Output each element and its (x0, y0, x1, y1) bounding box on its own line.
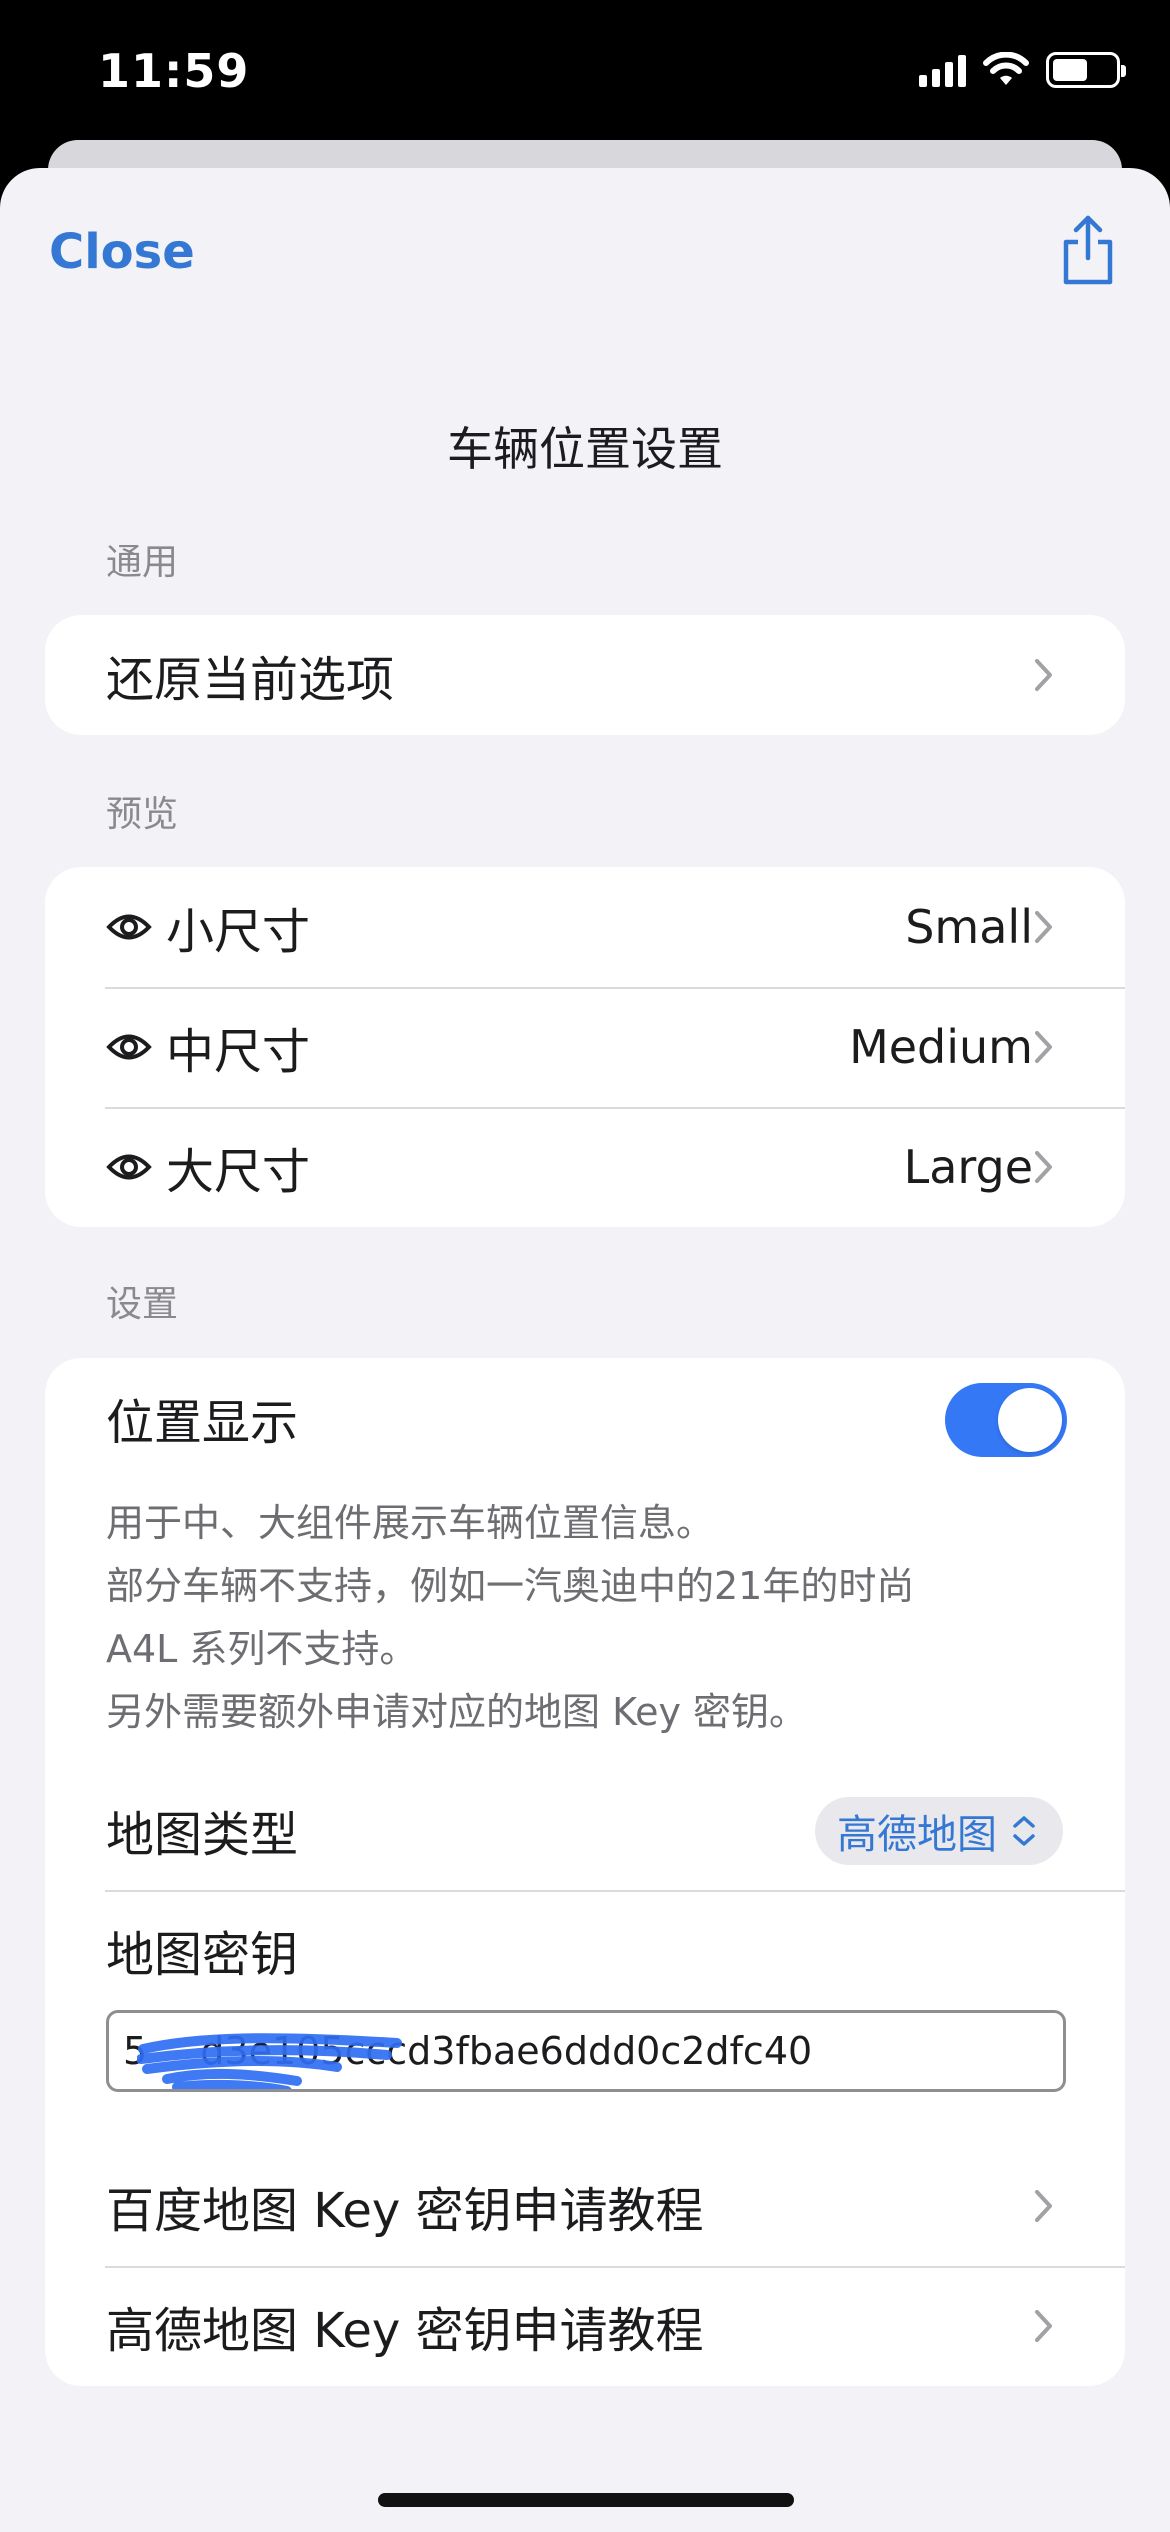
battery-icon (1046, 52, 1126, 88)
amap-tutorial-label: 高德地图 Key 密钥申请教程 (106, 2303, 704, 2359)
map-key-label: 地图密钥 (106, 1927, 299, 1983)
location-display-label: 位置显示 (106, 1395, 299, 1451)
preview-small-row[interactable]: 小尺寸 Small (45, 867, 1125, 987)
chevron-right-icon (1035, 2190, 1052, 2222)
description-line: A4L 系列不支持。 (106, 1627, 418, 1671)
preview-small-label: 小尺寸 (166, 904, 311, 960)
amap-tutorial-row[interactable]: 高德地图 Key 密钥申请教程 (45, 2266, 1125, 2386)
preview-large-label: 大尺寸 (166, 1144, 311, 1200)
location-display-row: 位置显示 (45, 1358, 1125, 1478)
baidu-tutorial-row[interactable]: 百度地图 Key 密钥申请教程 (45, 2146, 1125, 2266)
chevron-right-icon (1035, 1031, 1052, 1063)
description-line: 用于中、大组件展示车辆位置信息。 (106, 1501, 715, 1545)
preview-small-value: Small (905, 900, 1033, 954)
close-button[interactable]: Close (49, 224, 195, 280)
chevron-right-icon (1035, 659, 1052, 691)
map-key-input[interactable]: 5 d3e105cccd3fbae6ddd0c2dfc40 (106, 2010, 1066, 2092)
map-type-picker[interactable]: 高德地图 (815, 1797, 1063, 1865)
wifi-icon (983, 52, 1029, 85)
section-header-preview: 预览 (106, 794, 179, 835)
preview-large-value: Large (903, 1140, 1033, 1194)
preview-medium-row[interactable]: 中尺寸 Medium (45, 987, 1125, 1107)
eye-icon (106, 1154, 152, 1180)
eye-icon (106, 914, 152, 940)
share-icon[interactable] (1058, 212, 1118, 286)
section-header-general: 通用 (106, 542, 179, 583)
page-title: 车辆位置设置 (447, 422, 723, 476)
status-bar: 11:59 (0, 0, 1170, 150)
restore-options-row[interactable]: 还原当前选项 (45, 615, 1125, 735)
eye-icon (106, 1034, 152, 1060)
map-key-input-wrap: 5 d3e105cccd3fbae6ddd0c2dfc40 (45, 2010, 1125, 2146)
chevron-up-down-icon (1013, 1816, 1035, 1846)
general-group: 还原当前选项 (45, 615, 1125, 735)
section-header-settings: 设置 (106, 1284, 179, 1325)
cellular-signal-icon (919, 53, 966, 87)
preview-medium-label: 中尺寸 (166, 1024, 311, 1080)
chevron-right-icon (1035, 1151, 1052, 1183)
location-display-toggle[interactable] (945, 1383, 1067, 1457)
restore-options-label: 还原当前选项 (106, 652, 395, 708)
preview-group: 小尺寸 Small 中尺寸 Medium 大尺寸 Large (45, 867, 1125, 1227)
status-icons (919, 52, 1126, 88)
map-key-row: 地图密钥 (45, 1890, 1125, 2010)
map-type-row: 地图类型 高德地图 (45, 1770, 1125, 1890)
settings-group: 位置显示 用于中、大组件展示车辆位置信息。 部分车辆不支持，例如一汽奥迪中的21… (45, 1358, 1125, 2386)
status-time: 11:59 (98, 44, 250, 98)
description-line: 部分车辆不支持，例如一汽奥迪中的21年的时尚 (106, 1564, 915, 1608)
settings-sheet: Close 车辆位置设置 通用 还原当前选项 预览 小尺寸 Small 中尺寸 (0, 168, 1170, 2532)
preview-medium-value: Medium (849, 1020, 1033, 1074)
map-type-value: 高德地图 (837, 1812, 997, 1858)
baidu-tutorial-label: 百度地图 Key 密钥申请教程 (106, 2183, 704, 2239)
location-description: 用于中、大组件展示车辆位置信息。 部分车辆不支持，例如一汽奥迪中的21年的时尚 … (45, 1478, 1125, 1770)
home-indicator (378, 2493, 794, 2507)
description-line: 另外需要额外申请对应的地图 Key 密钥。 (106, 1690, 808, 1734)
chevron-right-icon (1035, 911, 1052, 943)
chevron-right-icon (1035, 2310, 1052, 2342)
preview-large-row[interactable]: 大尺寸 Large (45, 1107, 1125, 1227)
redaction-scribble (137, 2033, 402, 2089)
toggle-knob (998, 1388, 1062, 1452)
